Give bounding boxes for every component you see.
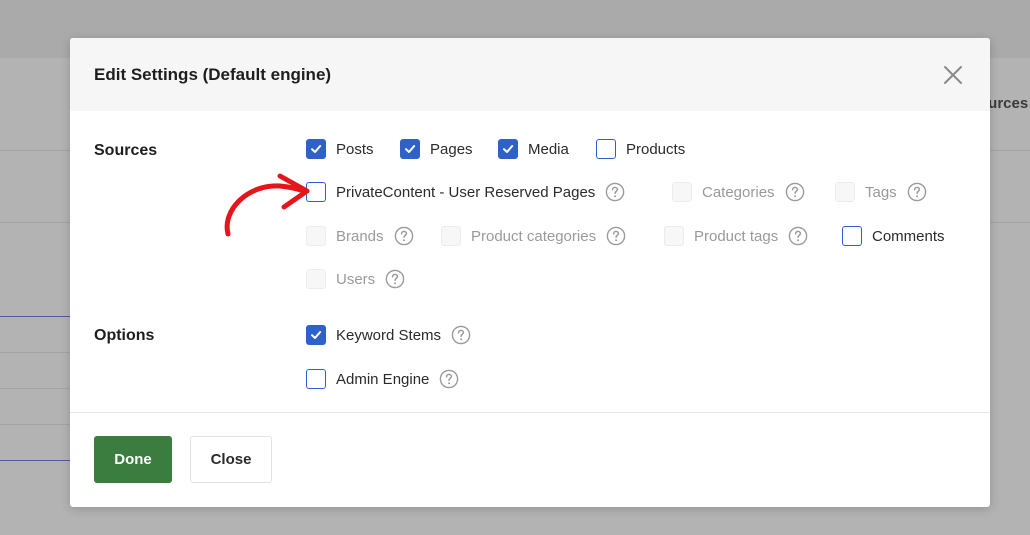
help-icon[interactable] <box>439 369 459 389</box>
help-icon[interactable] <box>907 182 927 202</box>
option-admin-engine[interactable]: Admin Engine <box>306 368 459 390</box>
product-categories-checkbox <box>441 226 461 246</box>
help-icon[interactable] <box>606 226 626 246</box>
admin-engine-checkbox[interactable] <box>306 369 326 389</box>
close-button[interactable]: Close <box>190 436 272 483</box>
tags-checkbox <box>835 182 855 202</box>
option-posts[interactable]: Posts <box>306 138 374 160</box>
done-button[interactable]: Done <box>94 436 172 483</box>
option-brands: Brands <box>306 225 414 247</box>
users-checkbox <box>306 269 326 289</box>
option-keyword-stems[interactable]: Keyword Stems <box>306 324 471 346</box>
posts-label: Posts <box>336 140 374 158</box>
help-icon[interactable] <box>785 182 805 202</box>
background-divider <box>0 388 72 389</box>
option-product-tags: Product tags <box>664 225 808 247</box>
background-column-header: Sources <box>988 95 1029 112</box>
background-blue-line <box>0 316 72 317</box>
product-tags-label: Product tags <box>694 227 779 245</box>
products-label: Products <box>626 140 686 158</box>
sources-label: Sources <box>94 142 158 159</box>
annotation-arrow-icon <box>224 173 310 237</box>
background-divider <box>0 352 72 353</box>
option-products[interactable]: Products <box>596 138 685 160</box>
footer-divider <box>70 412 990 413</box>
option-users: Users <box>306 268 405 290</box>
modal-header: Edit Settings (Default engine) <box>70 38 990 111</box>
background-divider <box>0 424 72 425</box>
pages-label: Pages <box>430 140 473 158</box>
categories-label: Categories <box>702 183 775 201</box>
media-checkbox[interactable] <box>498 139 518 159</box>
background-blue-line <box>0 460 72 461</box>
help-icon[interactable] <box>788 226 808 246</box>
posts-checkbox[interactable] <box>306 139 326 159</box>
users-label: Users <box>336 270 376 288</box>
help-icon[interactable] <box>605 182 625 202</box>
option-media[interactable]: Media <box>498 138 569 160</box>
product-tags-checkbox <box>664 226 684 246</box>
admin-engine-label: Admin Engine <box>336 370 430 388</box>
options-label: Options <box>94 327 155 344</box>
help-icon[interactable] <box>451 325 471 345</box>
keyword-stems-checkbox[interactable] <box>306 325 326 345</box>
comments-checkbox[interactable] <box>842 226 862 246</box>
option-categories: Categories <box>672 181 805 203</box>
pages-checkbox[interactable] <box>400 139 420 159</box>
privatecontent-user-reserved-pages-label: PrivateContent - User Reserved Pages <box>336 183 596 201</box>
option-product-categories: Product categories <box>441 225 626 247</box>
tags-label: Tags <box>865 183 897 201</box>
option-privatecontent-user-reserved-pages[interactable]: PrivateContent - User Reserved Pages <box>306 181 625 203</box>
media-label: Media <box>528 140 569 158</box>
categories-checkbox <box>672 182 692 202</box>
help-icon[interactable] <box>394 226 414 246</box>
brands-label: Brands <box>336 227 384 245</box>
option-pages[interactable]: Pages <box>400 138 473 160</box>
close-icon[interactable] <box>942 64 964 86</box>
option-tags: Tags <box>835 181 927 203</box>
help-icon[interactable] <box>385 269 405 289</box>
comments-label: Comments <box>872 227 945 245</box>
product-categories-label: Product categories <box>471 227 597 245</box>
option-comments[interactable]: Comments <box>842 225 945 247</box>
products-checkbox[interactable] <box>596 139 616 159</box>
keyword-stems-label: Keyword Stems <box>336 326 442 344</box>
modal-title: Edit Settings (Default engine) <box>94 65 332 84</box>
edit-settings-modal: Edit Settings (Default engine) Sources P… <box>70 38 990 507</box>
